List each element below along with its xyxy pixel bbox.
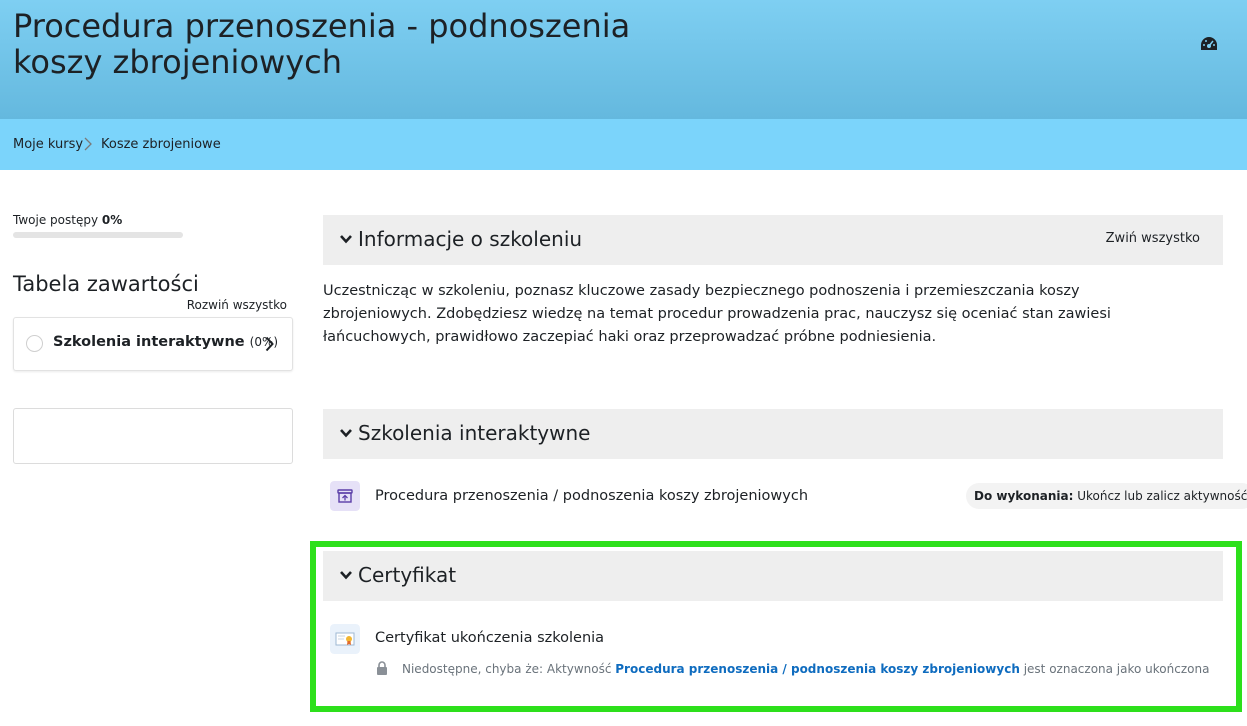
page-header: Procedura przenoszenia - podnoszenia kos… <box>0 0 1247 120</box>
chevron-down-icon <box>340 235 352 244</box>
chevron-right-icon <box>265 336 274 352</box>
scorm-package-icon[interactable] <box>330 481 360 511</box>
chevron-down-icon <box>340 429 352 438</box>
dashboard-icon[interactable] <box>1200 36 1218 52</box>
todo-label: Do wykonania: <box>974 489 1074 503</box>
toc-item-name: Szkolenia interaktywne <box>53 334 245 350</box>
activity-link-scorm[interactable]: Procedura przenoszenia / podnoszenia kos… <box>375 488 808 504</box>
todo-value: Ukończ lub zalicz aktywność <box>1077 489 1247 503</box>
collapse-all-link[interactable]: Zwiń wszystko <box>1106 231 1200 246</box>
expand-all-link[interactable]: Rozwiń wszystko <box>187 298 287 312</box>
highlight-frame <box>310 541 1242 712</box>
section-title: Informacje o szkoleniu <box>358 227 583 251</box>
completion-requirement-badge: Do wykonania: Ukończ lub zalicz aktywnoś… <box>966 483 1247 509</box>
section-header-interactive-trainings[interactable]: Szkolenia interaktywne <box>323 409 1223 459</box>
progress-bar <box>13 232 183 238</box>
section-summary: Uczestnicząc w szkoleniu, poznasz kluczo… <box>323 283 1111 345</box>
section-title: Szkolenia interaktywne <box>358 421 591 445</box>
progress-label: Twoje postępy 0% <box>13 213 122 227</box>
progress-value: 0% <box>101 213 123 227</box>
completion-circle-icon <box>26 335 43 352</box>
page-title: Procedura przenoszenia - podnoszenia kos… <box>13 7 631 81</box>
sidebar-block <box>13 408 293 464</box>
breadcrumb: Moje kursy Kosze zbrojeniowe <box>0 119 1247 170</box>
progress-label-text: Twoje postępy <box>13 213 99 227</box>
chevron-right-icon <box>84 137 92 151</box>
section-header-course-info[interactable]: Informacje o szkoleniu Zwiń wszystko <box>323 215 1223 265</box>
toc-title: Tabela zawartości <box>13 272 199 296</box>
toc-item-interactive-trainings[interactable]: Szkolenia interaktywne (0%) <box>13 317 293 371</box>
breadcrumb-item-course[interactable]: Kosze zbrojeniowe <box>101 137 221 152</box>
breadcrumb-item-my-courses[interactable]: Moje kursy <box>13 137 83 152</box>
toc-item-label: Szkolenia interaktywne (0%) <box>53 334 278 350</box>
